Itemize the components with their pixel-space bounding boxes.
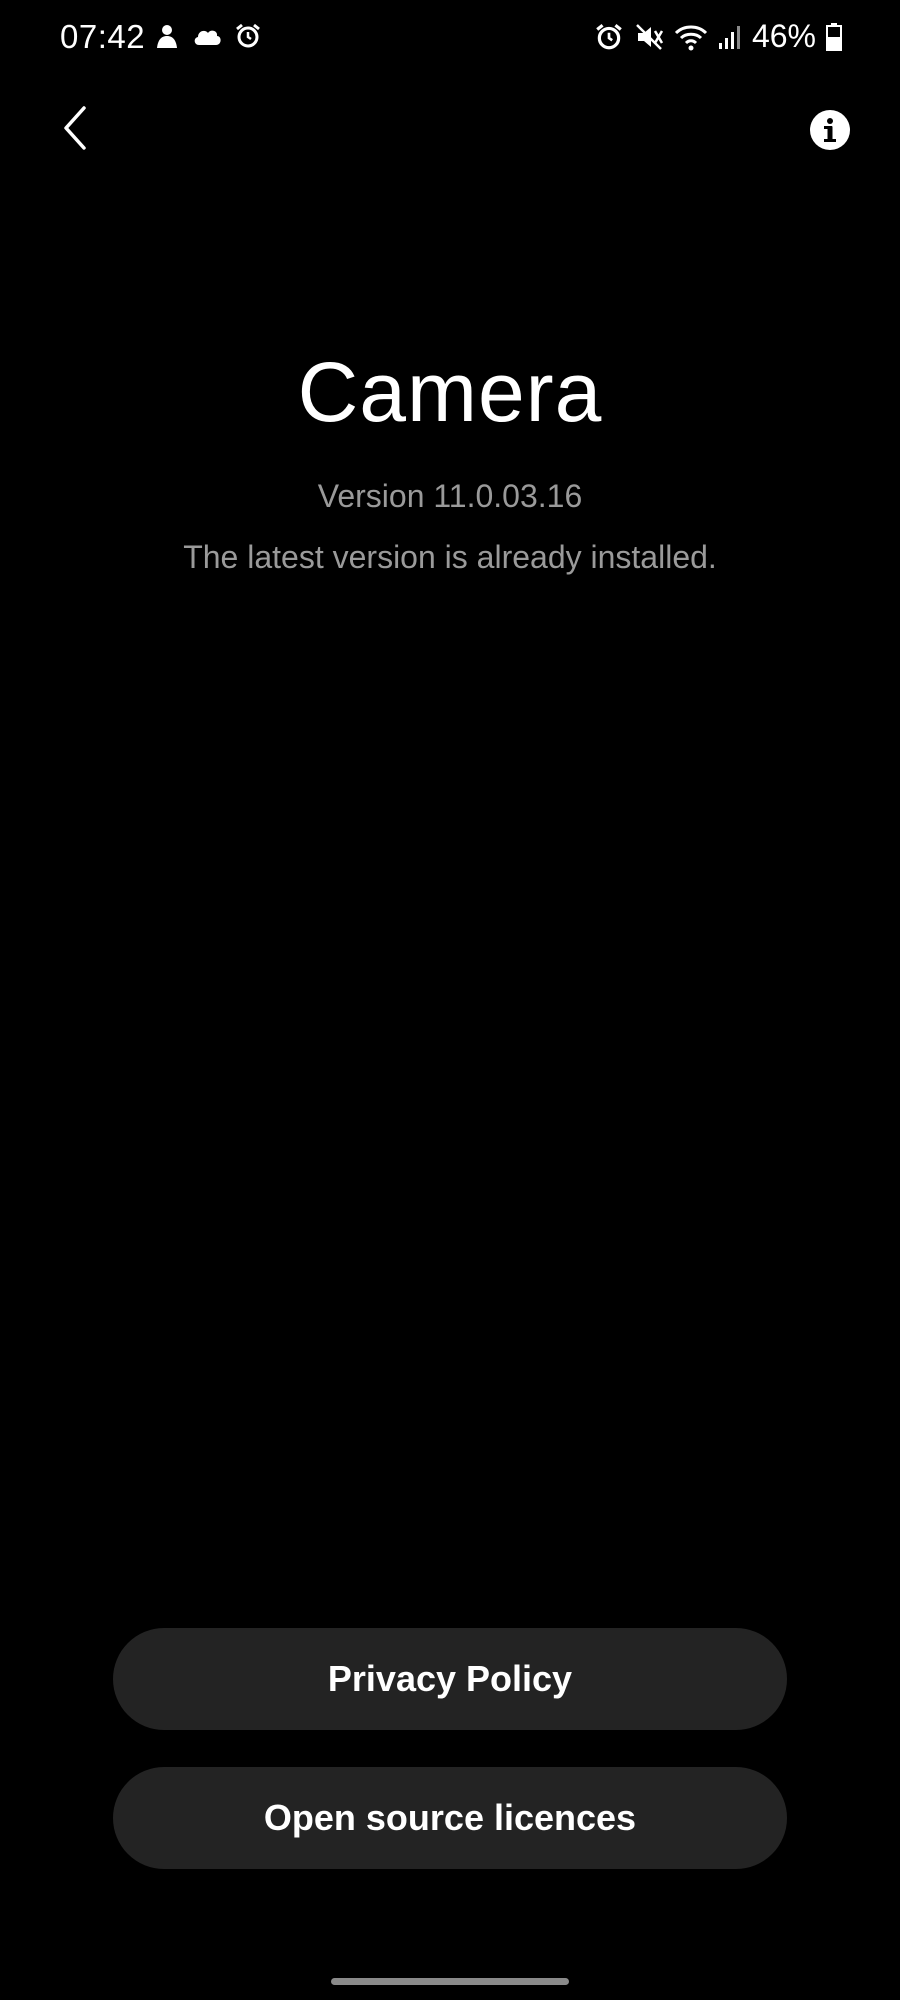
cloud-icon <box>192 25 222 47</box>
open-source-licences-button[interactable]: Open source licences <box>113 1767 787 1869</box>
top-app-bar <box>0 90 900 170</box>
alarm-icon <box>594 22 624 52</box>
app-info-section: Camera Version 11.0.03.16 The latest ver… <box>0 350 900 576</box>
app-version: Version 11.0.03.16 <box>317 478 583 514</box>
status-right-icons: 46% <box>594 18 842 55</box>
navigation-gesture-handle[interactable] <box>331 1978 569 1985</box>
battery-icon <box>826 22 842 51</box>
status-bar: 07:42 46% <box>0 0 900 80</box>
app-name: Camera <box>297 345 603 439</box>
battery-percentage: 46% <box>751 18 816 54</box>
back-chevron-icon <box>60 104 88 152</box>
info-icon <box>809 109 851 151</box>
privacy-policy-button[interactable]: Privacy Policy <box>113 1628 787 1730</box>
update-status: The latest version is already installed. <box>183 539 717 575</box>
mute-icon <box>634 22 664 52</box>
wifi-icon <box>674 23 708 51</box>
status-time: 07:42 <box>60 18 146 55</box>
alarm-icon <box>234 22 262 50</box>
status-notification-icons <box>154 22 262 50</box>
person-notification-icon <box>154 23 180 49</box>
info-button[interactable] <box>800 100 860 160</box>
signal-icon <box>718 24 742 50</box>
back-button[interactable] <box>44 98 104 158</box>
